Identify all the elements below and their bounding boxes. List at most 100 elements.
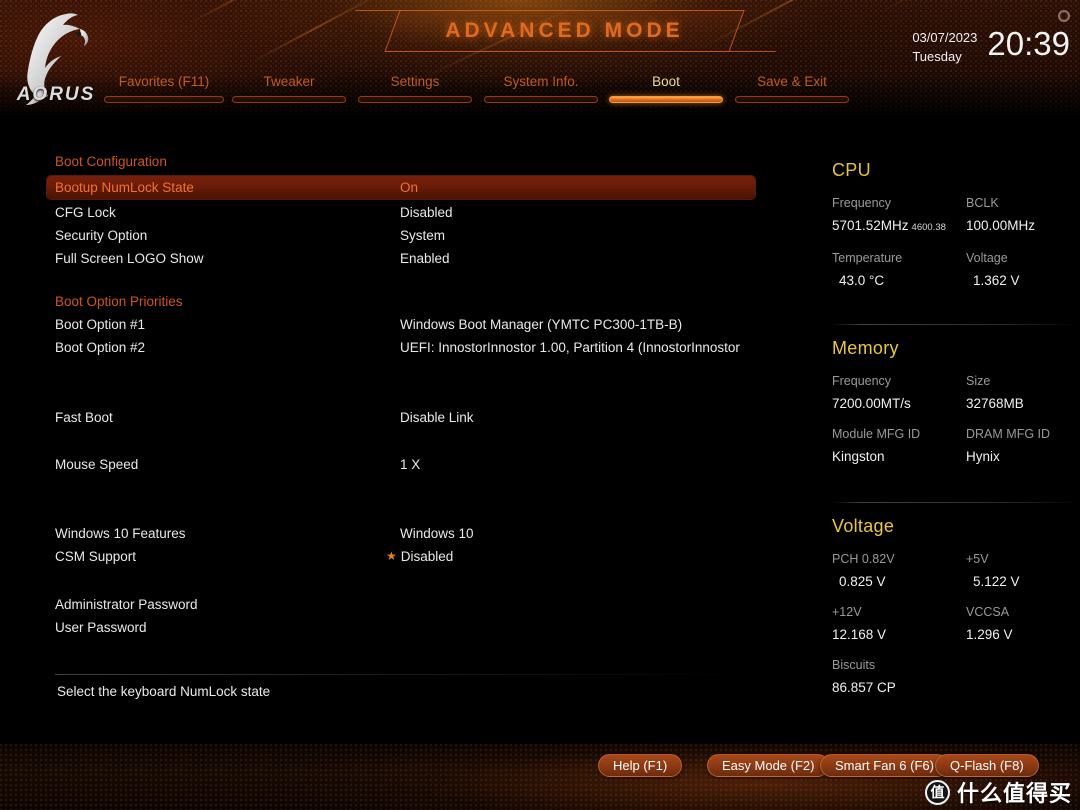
setting-value: System [400,227,446,243]
tab-save-exit-label: Save & Exit [757,74,827,89]
header-bar: AORUS ADVANCED MODE 03/07/2023 Tuesday 2… [0,0,1080,118]
voltage-biscuits-value: 86.857 CP [832,680,896,695]
setting-label: User Password [55,619,147,635]
clock-date-block: 03/07/2023 Tuesday [912,26,977,66]
tab-boot[interactable]: Boot [609,74,723,112]
section-heading-boot-option-priorities: Boot Option Priorities [55,293,183,309]
watermark-text: 什么值得买 [956,782,1072,807]
tab-boot-underline [609,96,723,103]
setting-row-user-password[interactable]: User Password [55,616,400,638]
help-button[interactable]: Help (F1) [598,754,683,777]
setting-row-windows-10-features[interactable]: Windows 10 Features Windows 10 [55,522,474,544]
setting-row-administrator-password[interactable]: Administrator Password [55,593,400,615]
watermark: 值 什么值得买 [924,776,1072,808]
setting-label: Mouse Speed [55,456,139,472]
setting-row-cfg-lock[interactable]: CFG Lock Disabled [55,201,453,223]
content-area: Boot Configuration Bootup NumLock State … [0,118,1080,744]
cpu-frequency-value: 5701.52MHz 4600.38 [832,214,966,247]
voltage-biscuits-key: Biscuits [832,658,876,672]
voltage-12v-value: 12.168 V [832,627,887,642]
gear-icon[interactable] [1058,10,1070,22]
sidebar-divider-2 [832,502,1080,503]
section-heading-boot-configuration: Boot Configuration [55,153,167,169]
memory-frequency-key: Frequency [832,374,892,388]
tab-system-info-underline [484,96,598,103]
clock-time: 20:39 [987,25,1070,62]
setting-row-boot-option-1[interactable]: Boot Option #1 Windows Boot Manager (YMT… [55,313,682,335]
sidebar-divider-1 [832,324,1080,325]
setting-row-full-screen-logo-show[interactable]: Full Screen LOGO Show Enabled [55,247,450,269]
clock-date: 03/07/2023 [912,30,978,45]
tab-tweaker[interactable]: Tweaker [232,74,346,112]
memory-dram-mfg-id-value: Hynix [966,449,1000,464]
cpu-temperature-key: Temperature [832,251,903,265]
tab-favorites-label: Favorites (F11) [118,74,210,89]
smart-fan-button[interactable]: Smart Fan 6 (F6) [820,754,949,777]
setting-row-fast-boot[interactable]: Fast Boot Disable Link [55,406,474,428]
setting-value: Windows Boot Manager (YMTC PC300-1TB-B) [400,316,683,332]
tab-settings[interactable]: Settings [358,74,472,112]
setting-row-boot-option-2[interactable]: Boot Option #2 UEFI: InnostorInnostor 1.… [55,336,740,358]
setting-row-bootup-numlock-state[interactable]: Bootup NumLock State On [47,176,755,199]
panel-voltage: Voltage PCH 0.82V +5V 0.825 V 5.122 V +1… [832,516,1080,707]
panel-cpu: CPU Frequency BCLK 5701.52MHz 4600.38 100… [832,160,1080,300]
cpu-bclk-value: 100.00MHz [966,218,1036,233]
panel-voltage-title: Voltage [832,516,895,536]
main-navigation: Favorites (F11) Tweaker Settings System … [0,74,1080,112]
cpu-voltage-value: 1.362 V [973,273,1020,288]
setting-label: Boot Option #2 [55,339,146,355]
voltage-5v-value: 5.122 V [973,574,1020,589]
cpu-frequency-main: 5701.52MHz [832,218,909,233]
setting-label: CSM Support [55,548,137,564]
panel-memory-title: Memory [832,338,899,358]
hardware-monitor-sidebar: CPU Frequency BCLK 5701.52MHz 4600.38 100… [800,118,1080,744]
setting-label: Administrator Password [55,596,198,612]
panel-memory: Memory Frequency Size 7200.00MT/s 32768M… [832,338,1080,476]
setting-value: 1 X [400,456,421,472]
memory-module-mfg-id-key: Module MFG ID [832,427,921,441]
tab-system-info[interactable]: System Info. [484,74,598,112]
help-divider [55,674,755,675]
setting-label: Windows 10 Features [55,525,186,541]
setting-label: Bootup NumLock State [55,180,194,195]
setting-row-mouse-speed[interactable]: Mouse Speed 1 X [55,453,420,475]
setting-row-csm-support[interactable]: CSM Support ★ Disabled [55,545,453,567]
voltage-pch-key: PCH 0.82V [832,552,895,566]
setting-value: On [400,180,419,195]
tab-boot-label: Boot [652,74,680,89]
page-title: ADVANCED MODE [445,19,684,42]
tab-tweaker-underline [232,96,346,103]
voltage-vccsa-key: VCCSA [966,605,1010,619]
setting-label: Full Screen LOGO Show [55,250,204,266]
cpu-frequency-sub: 4600.38 [911,222,946,233]
setting-value: Disabled [400,204,453,220]
tab-settings-underline [358,96,472,103]
memory-module-mfg-id-value: Kingston [832,449,885,464]
clock-weekday: Tuesday [912,49,962,64]
memory-size-value: 32768MB [966,396,1024,411]
voltage-5v-key: +5V [966,552,989,566]
memory-size-key: Size [966,374,991,388]
q-flash-button[interactable]: Q-Flash (F8) [935,754,1039,777]
tab-favorites[interactable]: Favorites (F11) [104,74,224,112]
watermark-badge-icon: 值 [924,779,950,805]
easy-mode-button[interactable]: Easy Mode (F2) [707,754,830,777]
setting-value: Disabled [400,548,454,564]
setting-row-security-option[interactable]: Security Option System [55,224,445,246]
help-text: Select the keyboard NumLock state [57,684,271,699]
cpu-voltage-key: Voltage [966,251,1008,265]
tab-save-exit[interactable]: Save & Exit [735,74,849,112]
tab-tweaker-label: Tweaker [263,74,315,89]
tab-system-info-label: System Info. [503,74,579,89]
voltage-12v-key: +12V [832,605,862,619]
voltage-vccsa-value: 1.296 V [966,627,1013,642]
tab-favorites-underline [104,96,224,103]
setting-value: Enabled [400,250,450,266]
memory-frequency-value: 7200.00MT/s [832,396,911,411]
panel-cpu-title: CPU [832,160,871,180]
modified-marker-star-icon: ★ [386,549,397,563]
cpu-bclk-key: BCLK [966,196,999,210]
setting-value: UEFI: InnostorInnostor 1.00, Partition 4… [400,339,740,355]
footer-bar: Help (F1) Easy Mode (F2) Smart Fan 6 (F6… [0,744,1080,810]
tab-save-exit-underline [735,96,849,103]
